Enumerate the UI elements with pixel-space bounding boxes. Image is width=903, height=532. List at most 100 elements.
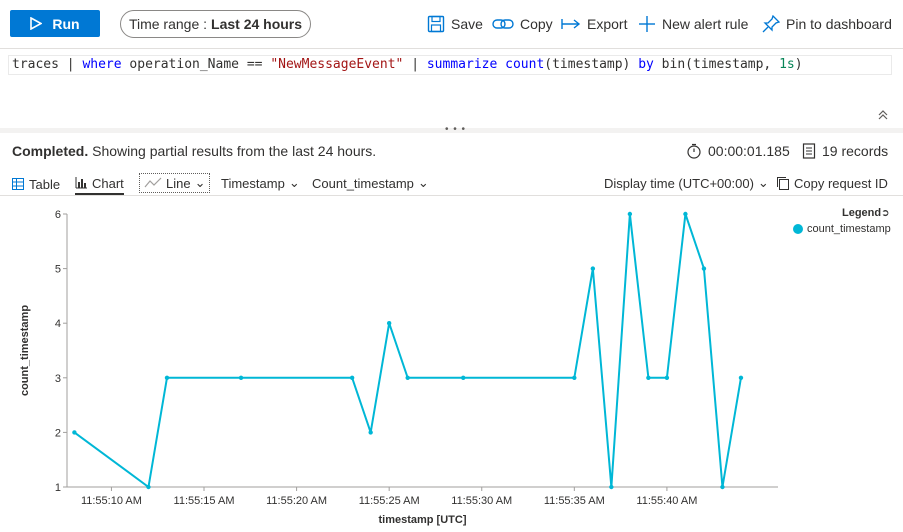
query-duration: 00:00:01.185	[686, 143, 790, 159]
query-token: |	[58, 57, 83, 72]
data-point[interactable]	[146, 484, 151, 490]
y-axis: 1 2 3 4 5 6	[55, 209, 68, 494]
pin-to-dashboard-button[interactable]: Pin to dashboard	[762, 13, 892, 35]
pin-icon	[762, 15, 780, 33]
legend-item[interactable]: count_timestamp	[793, 223, 891, 235]
query-token	[497, 57, 505, 72]
tab-table[interactable]: Table	[12, 173, 60, 195]
link-icon	[492, 19, 514, 29]
collapse-editor-icon[interactable]	[877, 109, 889, 124]
data-point[interactable]	[720, 484, 725, 490]
series-count-timestamp	[72, 211, 744, 490]
results-view-bar: Table Chart Line ⌄ Timestamp ⌄ Count_tim…	[0, 168, 903, 196]
query-token: operation_Name ==	[121, 57, 271, 72]
query-keyword: summarize	[426, 57, 498, 72]
y-tick-label: 6	[55, 209, 61, 221]
query-toolbar: Run Time range : Last 24 hours Save Copy…	[0, 0, 903, 48]
query-token: bin(timestamp,	[653, 57, 780, 72]
data-point[interactable]	[701, 266, 707, 271]
chevron-down-icon: ⌄	[288, 175, 300, 190]
data-point[interactable]	[405, 375, 410, 380]
x-axis: 11:55:10 AM 11:55:15 AM 11:55:20 AM 11:55:2…	[67, 486, 778, 507]
stopwatch-icon	[687, 143, 701, 159]
query-string: "NewMessageEvent"	[270, 57, 404, 72]
time-range-value: Last 24 hours	[211, 16, 303, 32]
run-button[interactable]: Run	[10, 10, 100, 37]
new-alert-label: New alert rule	[662, 16, 749, 32]
plus-icon	[639, 16, 655, 32]
chevron-down-icon: ⌄	[757, 175, 769, 190]
query-text[interactable]: traces | where operation_Name == "NewMes…	[12, 57, 803, 72]
y-tick-label: 5	[55, 264, 61, 276]
time-range-picker[interactable]: Time range : Last 24 hours	[120, 10, 311, 38]
results-status: Completed. Showing partial results from …	[12, 143, 376, 159]
data-point[interactable]	[683, 211, 688, 217]
query-keyword: count	[505, 57, 545, 72]
display-time-value: Display time (UTC+00:00)	[604, 175, 754, 191]
y-column-value: Count_timestamp	[312, 175, 414, 191]
x-tick-label: 11:55:35 AM	[544, 495, 605, 507]
tab-chart[interactable]: Chart	[75, 173, 124, 195]
run-label: Run	[52, 15, 80, 32]
x-tick-label: 11:55:20 AM	[266, 495, 327, 507]
legend-title: Legend➲	[842, 207, 890, 219]
bar-chart-icon	[75, 177, 87, 189]
copy-request-id-button[interactable]: Copy request ID	[776, 173, 888, 193]
duration-value: 00:00:01.185	[708, 143, 790, 159]
legend-marker	[793, 224, 803, 234]
play-icon	[30, 17, 43, 30]
y-tick-label: 4	[55, 318, 61, 330]
status-completed: Completed.	[12, 143, 89, 159]
data-point[interactable]	[164, 375, 170, 380]
series-line	[73, 213, 742, 489]
copy-request-label: Copy request ID	[794, 175, 888, 191]
data-point[interactable]	[738, 375, 744, 380]
display-time-dropdown[interactable]: Display time (UTC+00:00) ⌄	[604, 173, 769, 193]
data-point[interactable]	[238, 375, 244, 380]
query-number: 1s	[779, 57, 795, 72]
pin-label: Pin to dashboard	[786, 16, 892, 32]
new-alert-rule-button[interactable]: New alert rule	[638, 13, 748, 35]
chevron-down-icon: ⌄	[417, 175, 429, 190]
query-token: |	[403, 57, 427, 72]
status-message: Showing partial results from the last 24…	[88, 143, 377, 159]
records-value: 19 records	[822, 143, 889, 159]
legend-title-text: Legend	[842, 207, 882, 219]
tab-table-label: Table	[29, 176, 61, 192]
export-label: Export	[587, 16, 628, 32]
copy-button[interactable]: Copy	[492, 13, 553, 35]
chevron-down-icon: ⌄	[194, 175, 206, 190]
save-button[interactable]: Save	[427, 13, 483, 35]
y-tick-label: 2	[55, 427, 61, 439]
chart-type-dropdown[interactable]: Line ⌄	[139, 173, 211, 193]
query-editor[interactable]: traces | where operation_Name == "NewMes…	[0, 48, 903, 130]
data-point[interactable]	[627, 211, 633, 217]
x-axis-title: timestamp [UTC]	[378, 514, 466, 526]
line-chart-icon	[144, 177, 162, 188]
data-point[interactable]	[349, 375, 355, 380]
data-point[interactable]	[609, 484, 614, 490]
data-point[interactable]	[368, 430, 373, 435]
save-icon	[427, 15, 445, 33]
data-point[interactable]	[664, 375, 670, 380]
y-column-dropdown[interactable]: Count_timestamp ⌄	[312, 173, 429, 193]
export-button[interactable]: Export	[561, 13, 627, 35]
data-point[interactable]	[72, 430, 77, 435]
tab-chart-label: Chart	[92, 175, 124, 191]
chart-type-value: Line	[166, 175, 191, 191]
x-column-value: Timestamp	[221, 175, 285, 191]
splitter-grip-icon[interactable]: • • •	[445, 124, 466, 135]
data-point[interactable]	[572, 375, 577, 380]
x-tick-label: 11:55:15 AM	[174, 495, 235, 507]
save-label: Save	[451, 16, 483, 32]
x-column-dropdown[interactable]: Timestamp ⌄	[221, 173, 300, 193]
y-tick-label: 1	[55, 482, 61, 494]
data-point[interactable]	[646, 375, 651, 380]
data-point[interactable]	[386, 321, 392, 326]
x-tick-label: 11:55:10 AM	[81, 495, 142, 507]
data-point[interactable]	[590, 266, 596, 271]
query-token: )	[794, 57, 803, 72]
query-token: (timestamp)	[544, 57, 639, 72]
chevron-right-icon: ➲	[881, 208, 890, 219]
data-point[interactable]	[461, 375, 466, 380]
